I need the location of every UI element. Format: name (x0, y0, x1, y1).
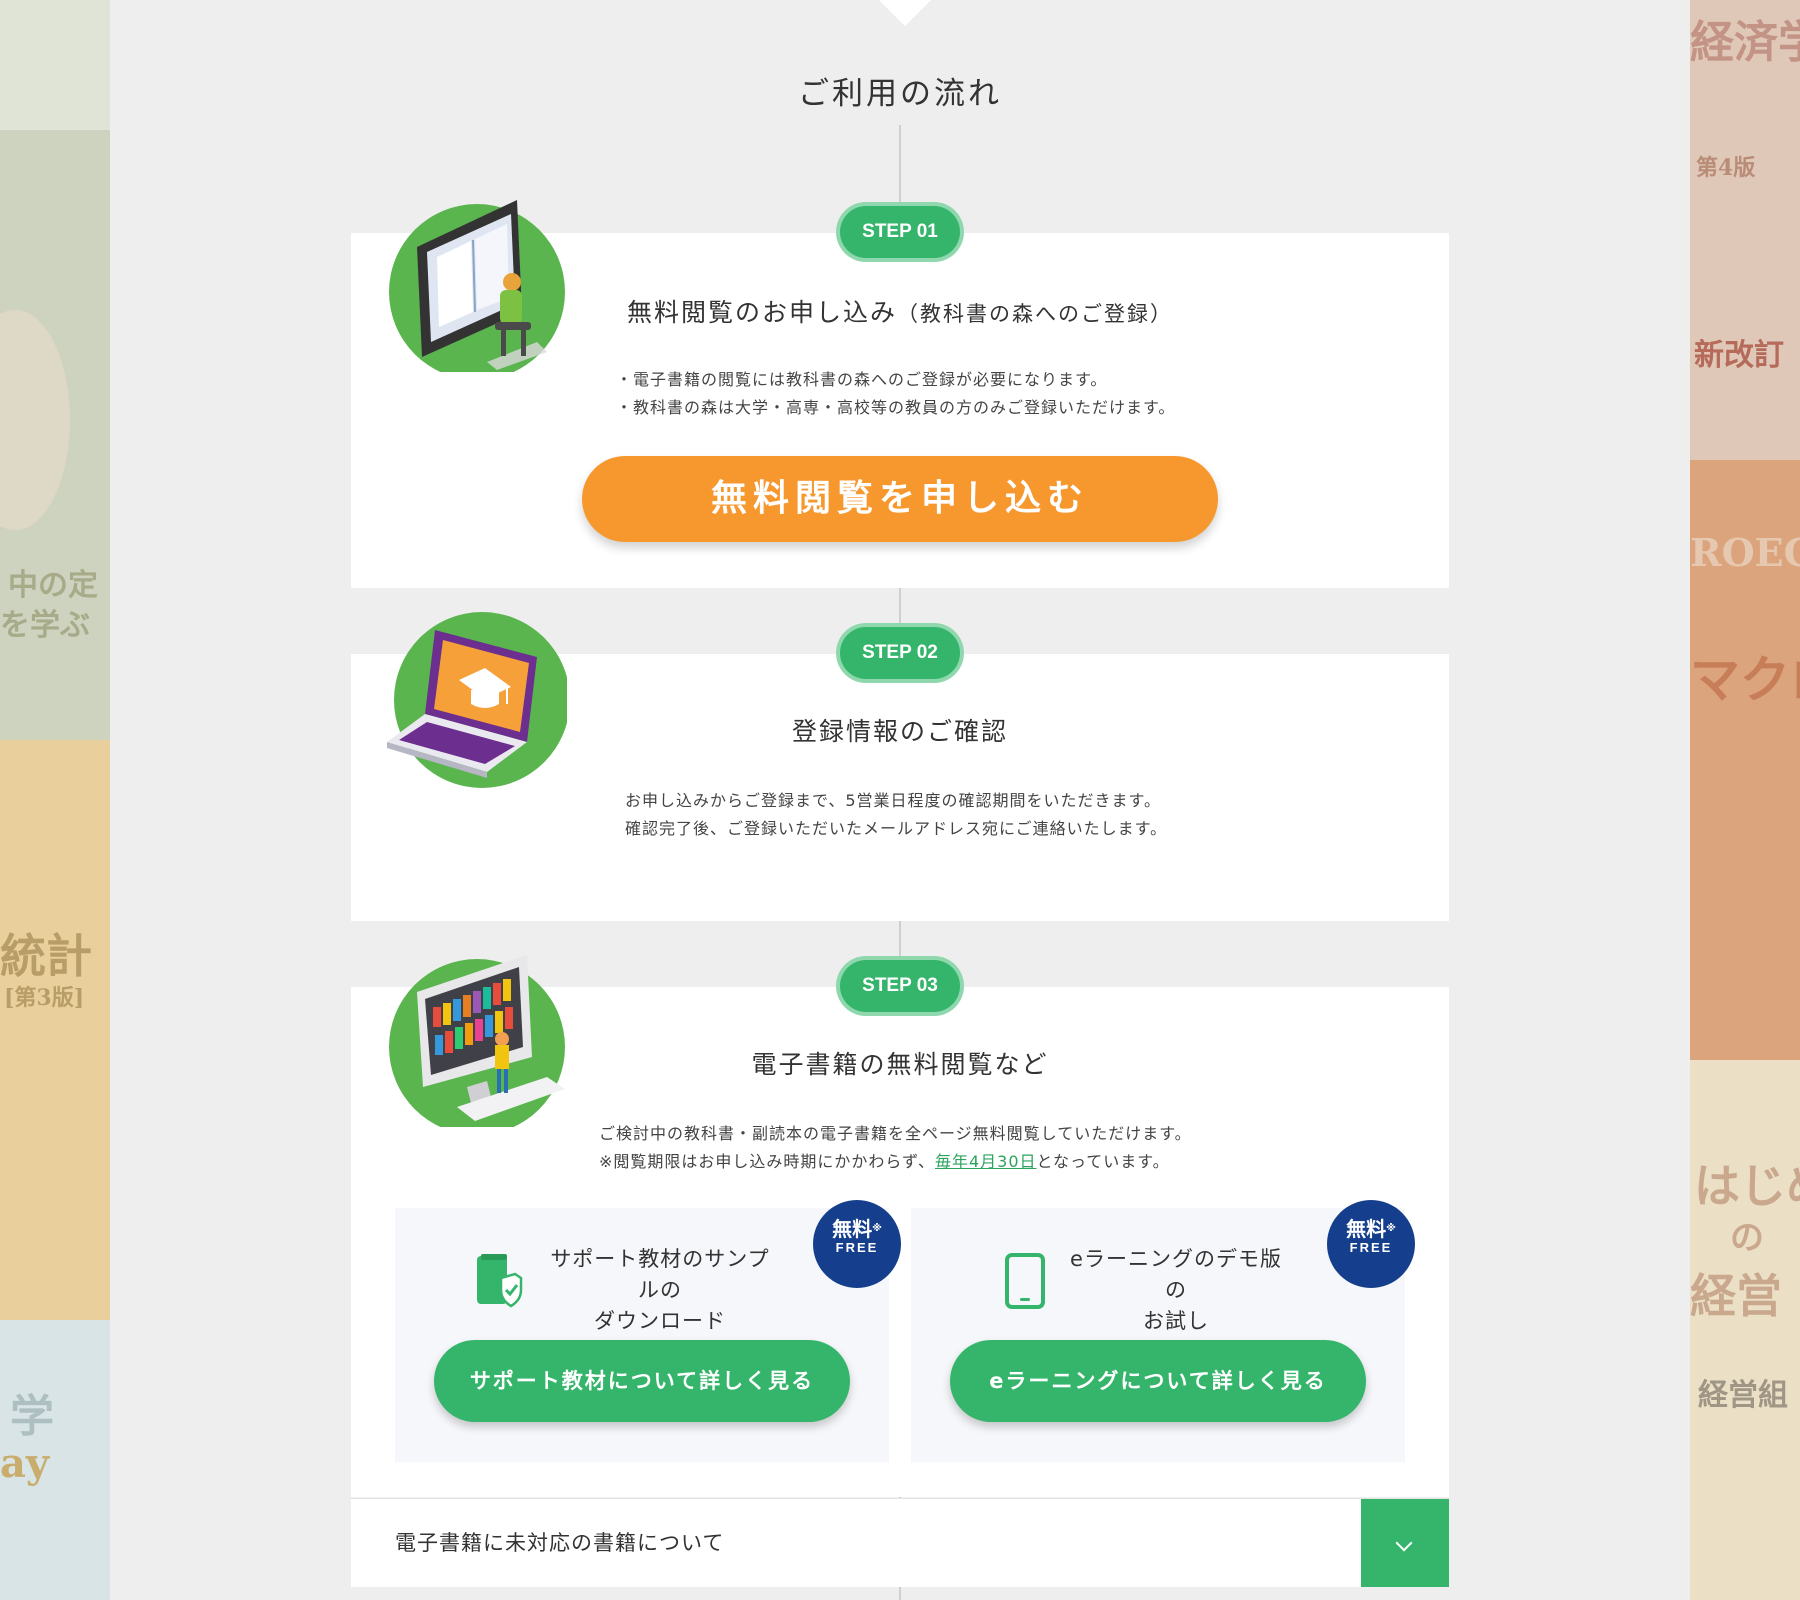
document-shield-icon (477, 1254, 523, 1308)
free-badge-en: FREE (835, 1240, 879, 1255)
free-badge: 無料※ FREE (1327, 1200, 1415, 1288)
left-background-books: 中の定 を学ぶ 統計 [第3版] 学 ay (0, 0, 110, 1600)
step-title-2: 登録情報のご確認 (791, 717, 1008, 746)
elearning-card: eラーニングのデモ版の お試し 無料※ FREE eラーニングについて詳しく見る (911, 1200, 1415, 1462)
apply-free-viewing-button[interactable]: 無料閲覧を申し込む (582, 456, 1218, 542)
book-cover: 学 ay (0, 1320, 110, 1600)
accordion-label: 電子書籍に未対応の書籍について (395, 1531, 725, 1555)
cover-edition: 第4版 (1696, 155, 1756, 181)
book-cover (0, 0, 110, 130)
description-text: ※閲覧期限はお申し込み時期にかかわらず、 (599, 1152, 935, 1171)
book-cover: ROECO マクロ (1690, 460, 1800, 1060)
cover-title: の (1730, 1218, 1764, 1258)
cover-title: ay (0, 1440, 50, 1487)
step-title-main: 無料閲覧のお申し込み (626, 298, 897, 327)
free-badge-jp: 無料 (1346, 1217, 1387, 1241)
step-description-3: ご検討中の教科書・副読本の電子書籍を全ページ無料閲覧していただけます。 ※閲覧期… (599, 1120, 1192, 1176)
book-cover: はじめ の 経営 経営組 (1690, 1060, 1800, 1600)
unsupported-books-accordion[interactable]: 電子書籍に未対応の書籍について (351, 1498, 1449, 1587)
cover-title: ROECO (1690, 530, 1800, 575)
card-text-line: サポート教材のサンプルの (550, 1247, 770, 1302)
cover-subtitle: [第3版] (4, 985, 85, 1011)
book-cover: 経済学 第4版 新改訂 (1690, 0, 1800, 460)
support-materials-details-button[interactable]: サポート教材について詳しく見る (434, 1340, 850, 1422)
card-text-line: お試し (1143, 1309, 1209, 1333)
description-line: ・教科書の森は大学・高専・高校等の教員の方のみご登録いただけます。 (616, 398, 1176, 417)
description-line: 確認完了後、ご登録いただいたメールアドレス宛にご連絡いたします。 (625, 819, 1168, 838)
section-title: ご利用の流れ (798, 76, 1002, 112)
step-description-2: お申し込みからご登録まで、5営業日程度の確認期間をいただきます。 確認完了後、ご… (625, 787, 1167, 843)
free-badge: 無料※ FREE (813, 1200, 901, 1288)
elearning-text: eラーニングのデモ版の お試し (1061, 1244, 1291, 1337)
deadline-link[interactable]: 毎年4月30日 (935, 1152, 1037, 1171)
free-badge-note-mark: ※ (1386, 1223, 1396, 1234)
chevron-down-icon (1395, 1534, 1413, 1552)
ebook-reader-illustration (389, 200, 565, 372)
cover-title: 中の定 (8, 568, 98, 603)
step-title-sub: （教科書の森へのご登録） (897, 302, 1173, 326)
step-badge-2: STEP 02 (840, 627, 960, 679)
cover-title: 学 (10, 1391, 54, 1442)
tablet-icon (1005, 1253, 1045, 1309)
cover-title: マクロ (1690, 650, 1800, 709)
step-badge-3: STEP 03 (840, 960, 960, 1012)
section-notch (879, 0, 931, 26)
elearning-details-button[interactable]: eラーニングについて詳しく見る (950, 1340, 1366, 1422)
description-line: お申し込みからご登録まで、5営業日程度の確認期間をいただきます。 (625, 791, 1161, 810)
cover-title: 経済学 (1690, 17, 1800, 68)
step-title-1: 無料閲覧のお申し込み（教科書の森へのご登録） (351, 293, 1449, 329)
description-line: ※閲覧期限はお申し込み時期にかかわらず、毎年4月30日となっています。 (599, 1148, 1192, 1176)
book-cover: 中の定 を学ぶ (0, 130, 110, 740)
desktop-library-illustration (389, 955, 565, 1127)
cover-title: 経営 (1690, 1269, 1782, 1323)
description-text: となっています。 (1036, 1152, 1170, 1171)
cover-title: はじめ (1694, 1159, 1800, 1213)
description-line: ご検討中の教科書・副読本の電子書籍を全ページ無料閲覧していただけます。 (599, 1124, 1192, 1143)
accordion-toggle-button[interactable] (1361, 1499, 1449, 1587)
laptop-graduation-illustration (387, 612, 567, 788)
right-background-books: 経済学 第4版 新改訂 ROECO マクロ はじめ の 経営 経営組 (1690, 0, 1800, 1600)
cover-title: 統計 (0, 929, 92, 983)
free-badge-note-mark: ※ (872, 1223, 882, 1234)
book-cover: 統計 [第3版] (0, 740, 110, 1320)
description-line: ・電子書籍の閲覧には教科書の森へのご登録が必要になります。 (616, 370, 1108, 389)
cover-title: 新改訂 (1694, 338, 1784, 373)
cover-subtitle: 経営組 (1698, 1378, 1788, 1413)
support-materials-card: サポート教材のサンプルの ダウンロード 無料※ FREE サポート教材について詳… (395, 1200, 901, 1462)
cover-title: を学ぶ (0, 608, 90, 643)
step-badge-1: STEP 01 (840, 206, 960, 258)
free-badge-en: FREE (1349, 1240, 1393, 1255)
usage-flow-section: ご利用の流れ STEP 01 無料閲覧のお申し込み（教科書の森へのご登録） ・電… (110, 0, 1690, 1600)
free-badge-jp: 無料 (832, 1217, 873, 1241)
step-title-3: 電子書籍の無料閲覧など (751, 1050, 1049, 1079)
step-description-1: ・電子書籍の閲覧には教科書の森へのご登録が必要になります。 ・教科書の森は大学・… (616, 366, 1175, 422)
card-text-line: ダウンロード (594, 1309, 726, 1333)
card-text-line: eラーニングのデモ版の (1070, 1247, 1282, 1302)
support-materials-text: サポート教材のサンプルの ダウンロード (545, 1244, 775, 1337)
